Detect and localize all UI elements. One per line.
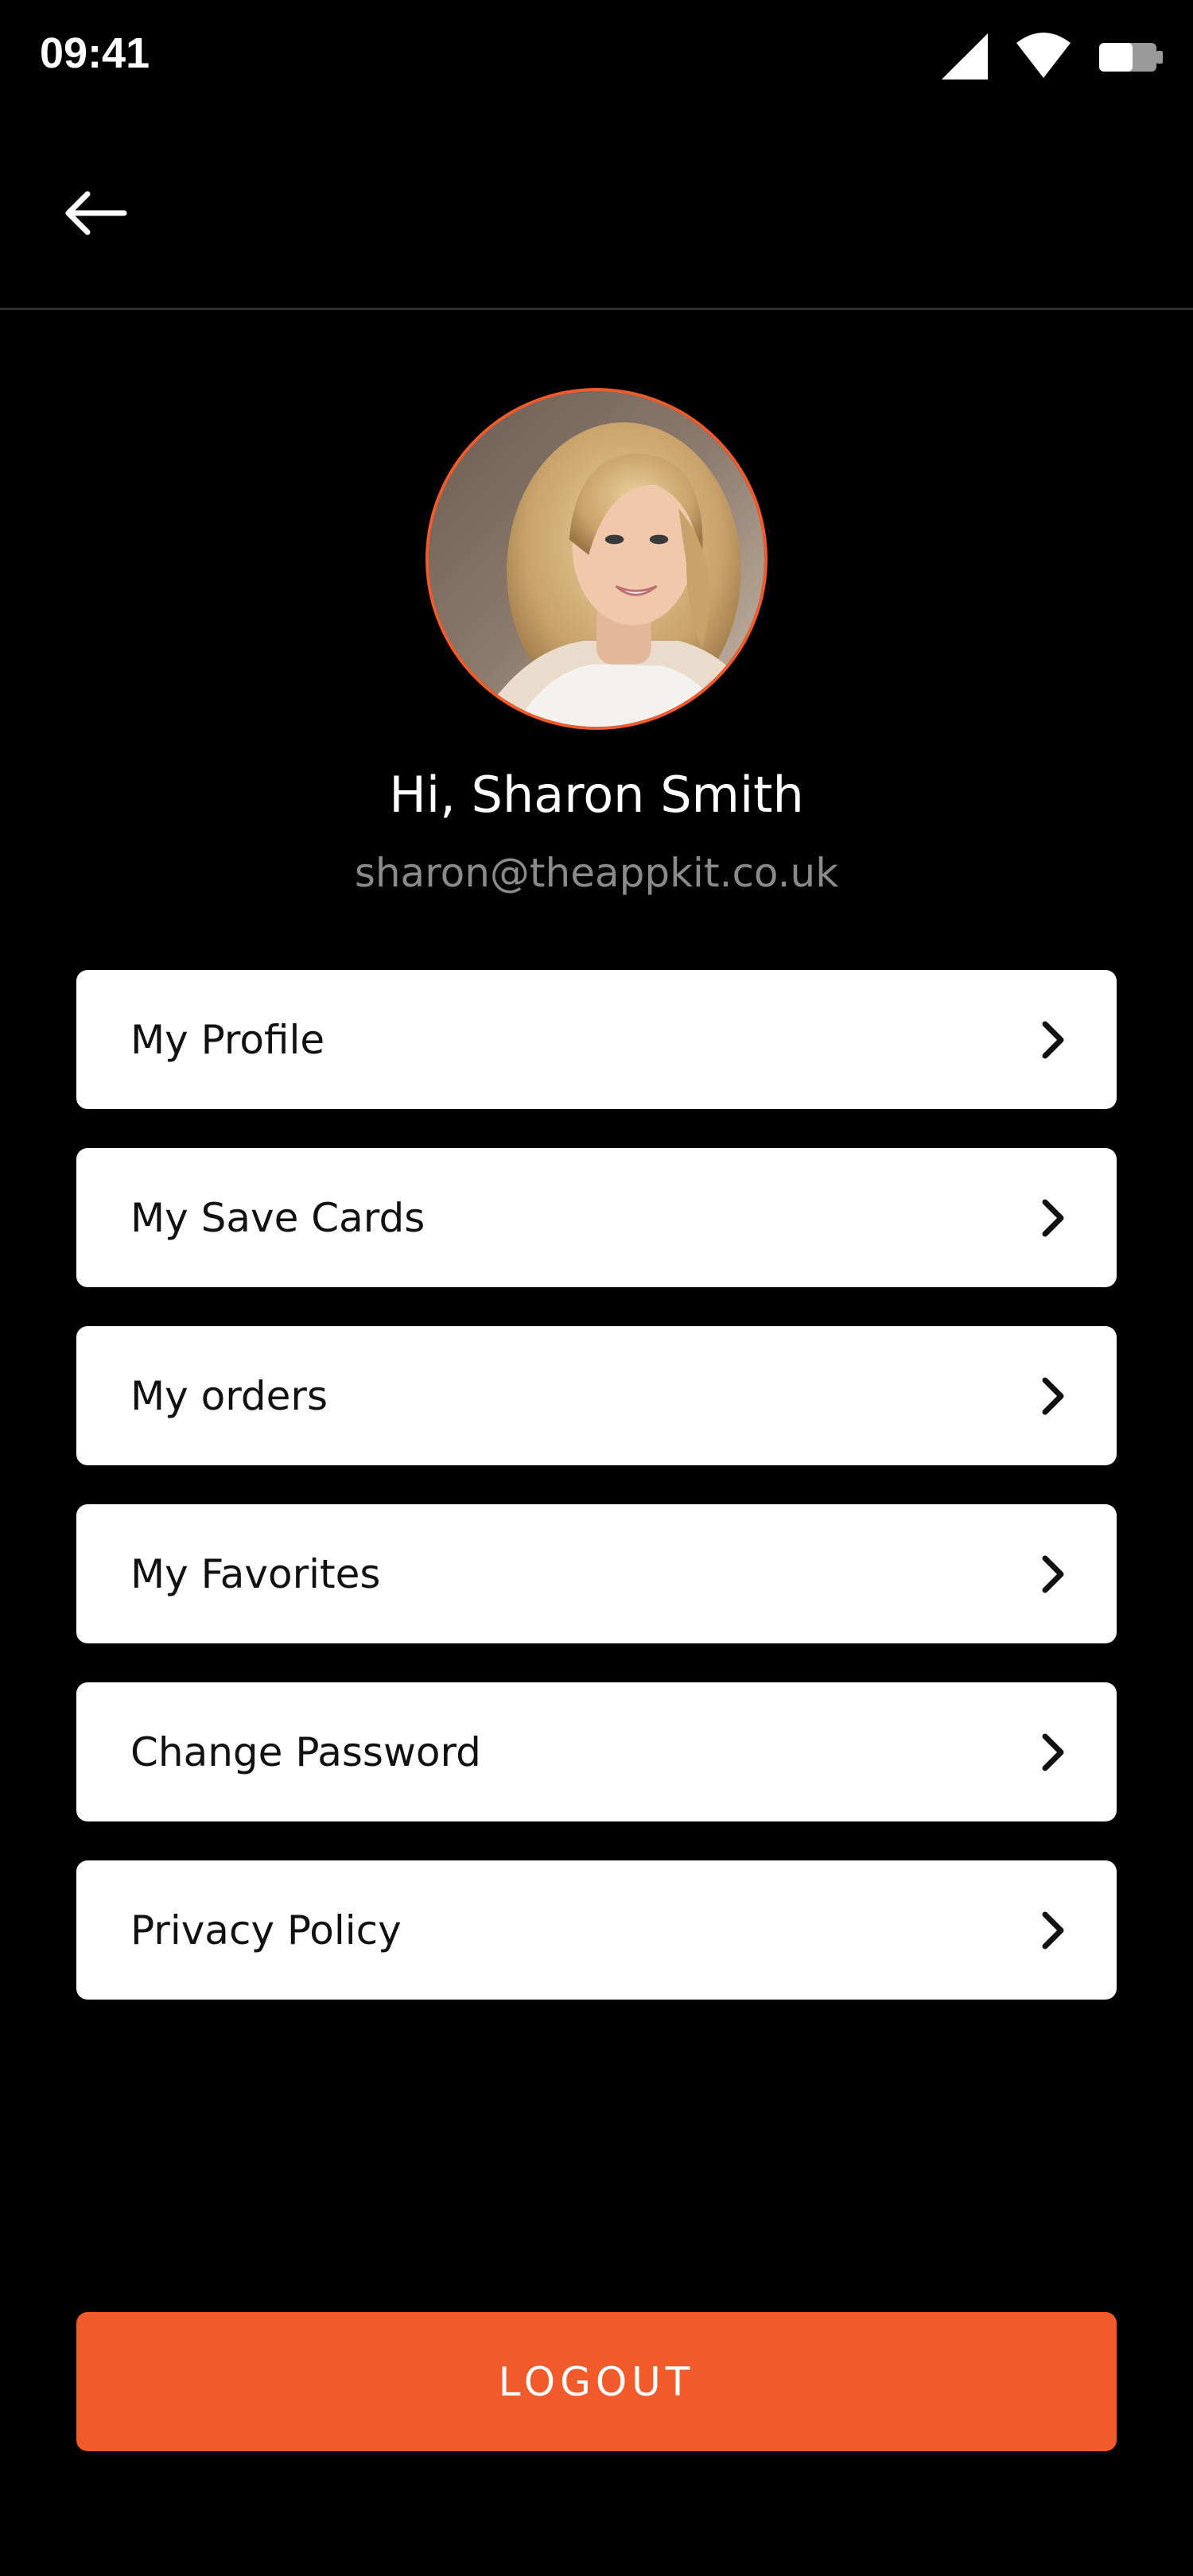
chevron-right-icon	[1037, 1728, 1069, 1776]
chevron-right-icon	[1037, 1372, 1069, 1420]
profile-email: sharon@theappkit.co.uk	[354, 850, 839, 896]
menu-item-privacy-policy[interactable]: Privacy Policy	[76, 1860, 1117, 2000]
chevron-right-icon	[1037, 1194, 1069, 1242]
chevron-right-icon	[1037, 1550, 1069, 1598]
logout-button[interactable]: LOGOUT	[76, 2312, 1117, 2451]
app-bar	[0, 111, 1193, 310]
status-bar: 09:41	[0, 0, 1193, 111]
menu-item-label: Change Password	[130, 1728, 481, 1775]
menu-item-label: My Save Cards	[130, 1194, 426, 1241]
profile-menu: My Profile My Save Cards My orders My Fa…	[76, 970, 1117, 2039]
menu-item-my-favorites[interactable]: My Favorites	[76, 1504, 1117, 1643]
menu-item-label: My Favorites	[130, 1550, 381, 1597]
menu-item-my-orders[interactable]: My orders	[76, 1326, 1117, 1465]
menu-item-label: Privacy Policy	[130, 1907, 402, 1953]
back-button[interactable]	[56, 175, 135, 254]
menu-item-my-save-cards[interactable]: My Save Cards	[76, 1148, 1117, 1287]
status-time: 09:41	[40, 29, 150, 77]
menu-item-change-password[interactable]: Change Password	[76, 1682, 1117, 1821]
logout-label: LOGOUT	[498, 2358, 695, 2405]
wifi-icon	[1015, 32, 1072, 81]
chevron-right-icon	[1037, 1016, 1069, 1064]
avatar	[426, 388, 767, 730]
cellular-signal-icon	[940, 32, 989, 81]
menu-item-label: My orders	[130, 1372, 328, 1419]
menu-item-my-profile[interactable]: My Profile	[76, 970, 1117, 1109]
arrow-left-icon	[64, 189, 127, 240]
chevron-right-icon	[1037, 1907, 1069, 1954]
menu-item-label: My Profile	[130, 1016, 325, 1063]
profile-greeting: Hi, Sharon Smith	[389, 766, 804, 824]
status-icons	[940, 32, 1164, 81]
battery-icon	[1098, 32, 1164, 81]
